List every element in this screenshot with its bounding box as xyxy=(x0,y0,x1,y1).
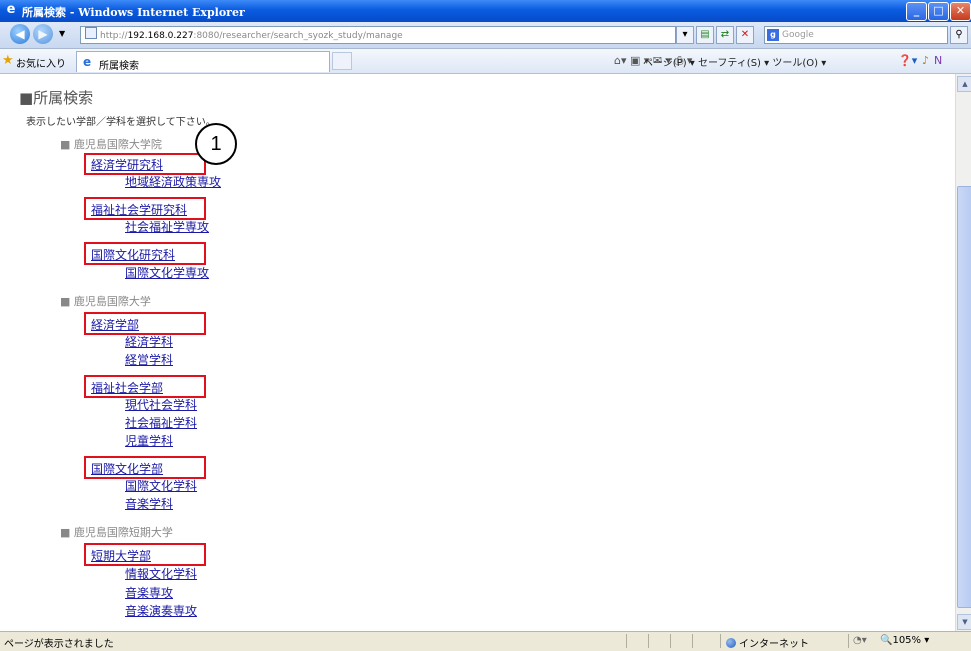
globe-icon xyxy=(726,638,736,648)
department-link[interactable]: 現代社会学科 xyxy=(125,396,197,413)
department-link[interactable]: 経営学科 xyxy=(125,351,173,368)
instruction-text: 表示したい学部／学科を選択して下さい。 xyxy=(26,117,216,128)
history-dropdown-icon[interactable]: ▼ xyxy=(59,29,65,38)
command-bar[interactable]: ページ(P) ▾ セーフティ(S) ▾ ツール(O) ▾ xyxy=(643,54,826,69)
status-bar: ページが表示されました インターネット ◔▾ 🔍105% ▾ xyxy=(0,631,971,651)
highlight-box xyxy=(84,543,206,566)
department-link[interactable]: 児童学科 xyxy=(125,432,173,449)
research-icon[interactable]: ♪ xyxy=(922,54,929,67)
status-separator xyxy=(848,634,849,648)
favorites-star-icon[interactable]: ★ xyxy=(2,53,14,68)
protected-mode-icon[interactable]: ◔▾ xyxy=(853,635,867,646)
minimize-button[interactable]: _ xyxy=(906,2,927,21)
department-link[interactable]: 情報文化学科 xyxy=(125,565,197,582)
favorites-button[interactable]: お気に入り xyxy=(16,55,66,70)
status-separator xyxy=(720,634,721,648)
google-icon: g xyxy=(767,29,779,41)
department-link[interactable]: 国際文化学科 xyxy=(125,477,197,494)
university-heading: ■ 鹿児島国際大学院 xyxy=(60,138,162,151)
university-heading: ■ 鹿児島国際大学 xyxy=(60,295,151,308)
compatibility-icon[interactable]: ▤ xyxy=(696,26,714,44)
maximize-button[interactable]: □ xyxy=(928,2,949,21)
status-separator xyxy=(626,634,627,648)
scroll-down-icon[interactable]: ▼ xyxy=(957,614,971,630)
department-link[interactable]: 経済学科 xyxy=(125,333,173,350)
tab-active[interactable]: e 所属検索 xyxy=(76,51,330,72)
scroll-thumb[interactable] xyxy=(957,186,971,608)
security-zone: インターネット xyxy=(726,635,809,650)
department-link[interactable]: 社会福祉学専攻 xyxy=(125,218,209,235)
vertical-scrollbar[interactable]: ▲ ▼ xyxy=(955,74,971,631)
highlight-box xyxy=(84,242,206,265)
window-title: 所属検索 - Windows Internet Explorer xyxy=(22,6,245,19)
close-button[interactable]: ✕ xyxy=(950,2,971,21)
back-button[interactable]: ◀ xyxy=(10,24,30,44)
department-link[interactable]: 国際文化学専攻 xyxy=(125,264,209,281)
title-bar: e 所属検索 - Windows Internet Explorer _ □ ✕ xyxy=(0,0,971,22)
page-title: ■所属検索 xyxy=(19,89,94,107)
new-tab-button[interactable] xyxy=(332,52,352,70)
department-link[interactable]: 音楽専攻 xyxy=(125,584,173,601)
scroll-up-icon[interactable]: ▲ xyxy=(957,76,971,92)
stop-icon[interactable]: ✕ xyxy=(736,26,754,44)
ie-logo-icon: e xyxy=(6,2,16,17)
ie-tab-icon: e xyxy=(83,55,92,69)
onenote-icon[interactable]: N xyxy=(934,54,942,67)
status-separator xyxy=(670,634,671,648)
department-link[interactable]: 音楽演奏専攻 xyxy=(125,602,197,619)
help-icon[interactable]: ❓▾ xyxy=(898,54,917,67)
status-separator xyxy=(648,634,649,648)
highlight-box xyxy=(84,197,206,220)
highlight-box xyxy=(84,312,206,335)
favorites-bar: ★ お気に入り e 所属検索 ⌂▾ ▣ ▾ ✉ ▾ ⎙ ▾ ページ(P) ▾ セ… xyxy=(0,49,971,74)
highlight-box xyxy=(84,153,206,175)
department-link[interactable]: 地域経済政策専攻 xyxy=(125,173,221,190)
university-heading: ■ 鹿児島国際短期大学 xyxy=(60,526,173,539)
status-text: ページが表示されました xyxy=(4,639,114,650)
highlight-box xyxy=(84,456,206,479)
address-dropdown-icon[interactable]: ▾ xyxy=(676,26,694,44)
forward-button[interactable]: ▶ xyxy=(33,24,53,44)
status-separator xyxy=(692,634,693,648)
department-link[interactable]: 音楽学科 xyxy=(125,495,173,512)
callout-number: 1 xyxy=(195,123,237,165)
tab-label: 所属検索 xyxy=(99,61,139,72)
search-input[interactable]: g Google xyxy=(764,26,948,44)
refresh-icon[interactable]: ⇄ xyxy=(716,26,734,44)
page-icon xyxy=(85,27,97,39)
address-field[interactable]: http://192.168.0.227:8080/researcher/sea… xyxy=(80,26,676,44)
zoom-level[interactable]: 🔍105% ▾ xyxy=(880,635,929,646)
search-icon[interactable]: ⚲ xyxy=(950,26,968,44)
department-link[interactable]: 社会福祉学科 xyxy=(125,414,197,431)
address-toolbar: ◀ ▶ ▼ http://192.168.0.227:8080/research… xyxy=(0,22,971,49)
highlight-box xyxy=(84,375,206,398)
